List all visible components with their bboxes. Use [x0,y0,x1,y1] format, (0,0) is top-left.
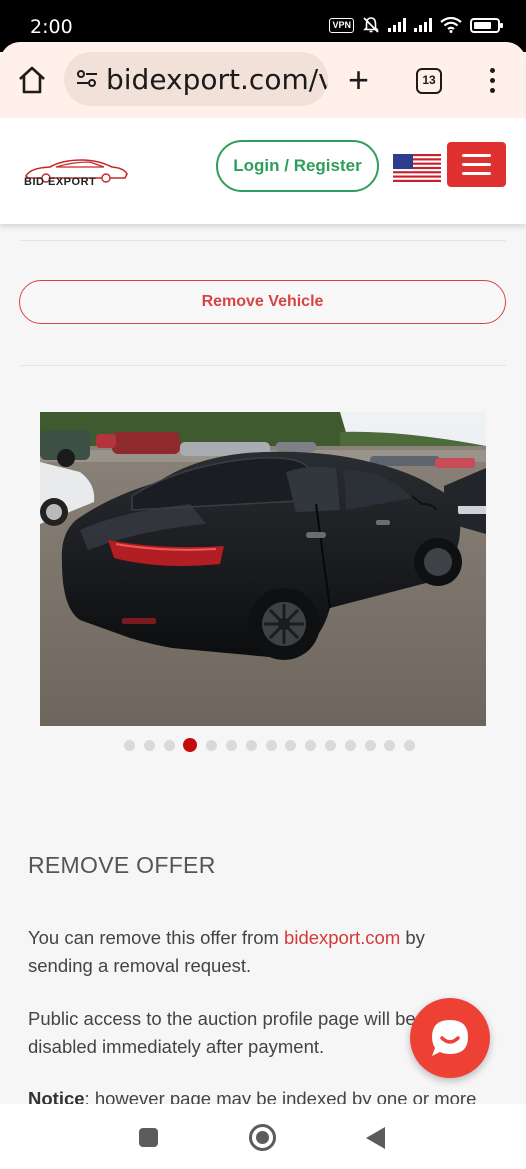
gallery-dot-active[interactable] [183,738,198,752]
login-register-button[interactable]: Login / Register [216,140,379,192]
back-triangle-icon[interactable] [366,1127,385,1149]
gallery-dot[interactable] [265,739,277,751]
gallery-dot[interactable] [206,739,218,751]
remove-offer-title: REMOVE OFFER [28,852,216,878]
gallery-dot[interactable] [344,739,356,751]
divider [20,240,506,241]
gallery-dot[interactable] [245,739,257,751]
gallery-dot[interactable] [163,739,175,751]
recents-square-icon[interactable] [139,1128,158,1147]
signal-icon [414,18,432,32]
vpn-icon: VPN [329,17,354,33]
battery-icon [470,17,503,33]
gallery-dot[interactable] [124,739,135,751]
gallery-dot[interactable] [384,739,396,751]
gallery-pagination [124,738,424,752]
status-time: 2:00 [30,16,73,38]
status-icons: VPN [329,16,503,34]
url-text[interactable]: bidexport.com/v [106,63,328,96]
address-bar[interactable]: bidexport.com/v [64,52,328,106]
bidexport-link[interactable]: bidexport.com [284,927,400,948]
gallery-dot[interactable] [143,739,155,751]
us-flag-icon[interactable] [393,154,441,182]
remove-vehicle-button[interactable]: Remove Vehicle [19,280,506,324]
gallery-dot[interactable] [305,739,317,751]
wifi-icon [440,17,462,33]
gallery-dot[interactable] [324,739,336,751]
signal-icon [388,18,406,32]
site-header: BID EXPORT Login / Register [0,118,526,224]
gallery-dot[interactable] [364,739,376,751]
new-tab-plus-icon[interactable]: + [348,62,369,98]
bidexport-logo[interactable]: BID EXPORT [20,154,130,190]
site-settings-icon[interactable] [76,69,98,89]
remove-offer-paragraph: You can remove this offer from bidexport… [28,924,468,980]
chat-bubble-icon [432,1020,468,1056]
hamburger-icon[interactable] [447,142,506,187]
svg-text:BID EXPORT: BID EXPORT [24,176,96,188]
tab-switcher-icon[interactable]: 13 [416,68,442,94]
divider [20,365,506,366]
gallery-dot[interactable] [285,739,297,751]
payment-notice-paragraph: Public access to the auction profile pag… [28,1008,416,1057]
more-menu-icon[interactable] [490,68,496,98]
mute-icon [363,17,379,33]
gallery-dot[interactable] [225,739,237,751]
gallery-dot[interactable] [404,739,416,751]
browser-toolbar: bidexport.com/v + 13 [0,42,526,118]
home-circle-icon[interactable] [249,1124,276,1151]
paragraph-text: You can remove this offer from [28,927,285,948]
home-icon[interactable] [16,64,48,96]
system-nav-bar [0,1104,526,1169]
chat-button[interactable] [410,998,490,1078]
vehicle-photo[interactable] [40,412,486,726]
